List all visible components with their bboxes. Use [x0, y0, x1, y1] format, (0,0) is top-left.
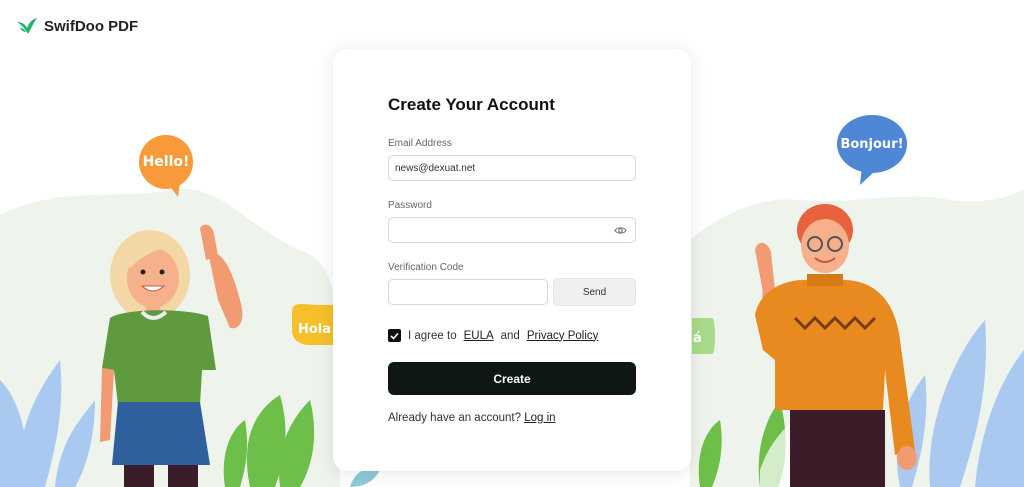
- hola-bubble: Hola: [298, 322, 332, 337]
- agree-prefix: I agree to: [408, 329, 457, 342]
- agree-and: and: [500, 329, 520, 342]
- create-button[interactable]: Create: [388, 362, 636, 395]
- send-code-button[interactable]: Send: [553, 278, 636, 306]
- agree-checkbox[interactable]: [388, 329, 401, 342]
- login-link[interactable]: Log in: [524, 412, 555, 424]
- password-field[interactable]: [388, 217, 636, 243]
- man-illustration: [755, 204, 917, 487]
- bonjour-bubble: Bonjour!: [836, 114, 908, 186]
- ola-bubble: á: [693, 331, 702, 346]
- login-row: Already have an account? Log in: [388, 412, 556, 424]
- woman-illustration: [100, 224, 243, 487]
- signup-card: Create Your Account Email Address news@d…: [333, 49, 691, 471]
- swifdoo-logo-icon: [17, 18, 37, 34]
- brand-logo[interactable]: SwifDoo PDF: [16, 16, 138, 36]
- verification-code-label: Verification Code: [388, 262, 464, 273]
- email-label: Email Address: [388, 138, 452, 149]
- checkmark-icon: [390, 332, 399, 340]
- email-field[interactable]: news@dexuat.net: [388, 155, 636, 181]
- eye-icon[interactable]: [614, 225, 627, 236]
- hello-bubble: Hello!: [138, 134, 194, 198]
- password-label: Password: [388, 200, 432, 211]
- have-account-text: Already have an account?: [388, 412, 521, 424]
- eula-link[interactable]: EULA: [464, 330, 494, 342]
- privacy-policy-link[interactable]: Privacy Policy: [527, 330, 599, 342]
- brand-name: SwifDoo PDF: [44, 17, 139, 35]
- email-value: news@dexuat.net: [395, 162, 476, 174]
- page-title: Create Your Account: [388, 95, 555, 114]
- verification-code-field[interactable]: [388, 279, 548, 305]
- agree-row: I agree to EULA and Privacy Policy: [388, 329, 598, 342]
